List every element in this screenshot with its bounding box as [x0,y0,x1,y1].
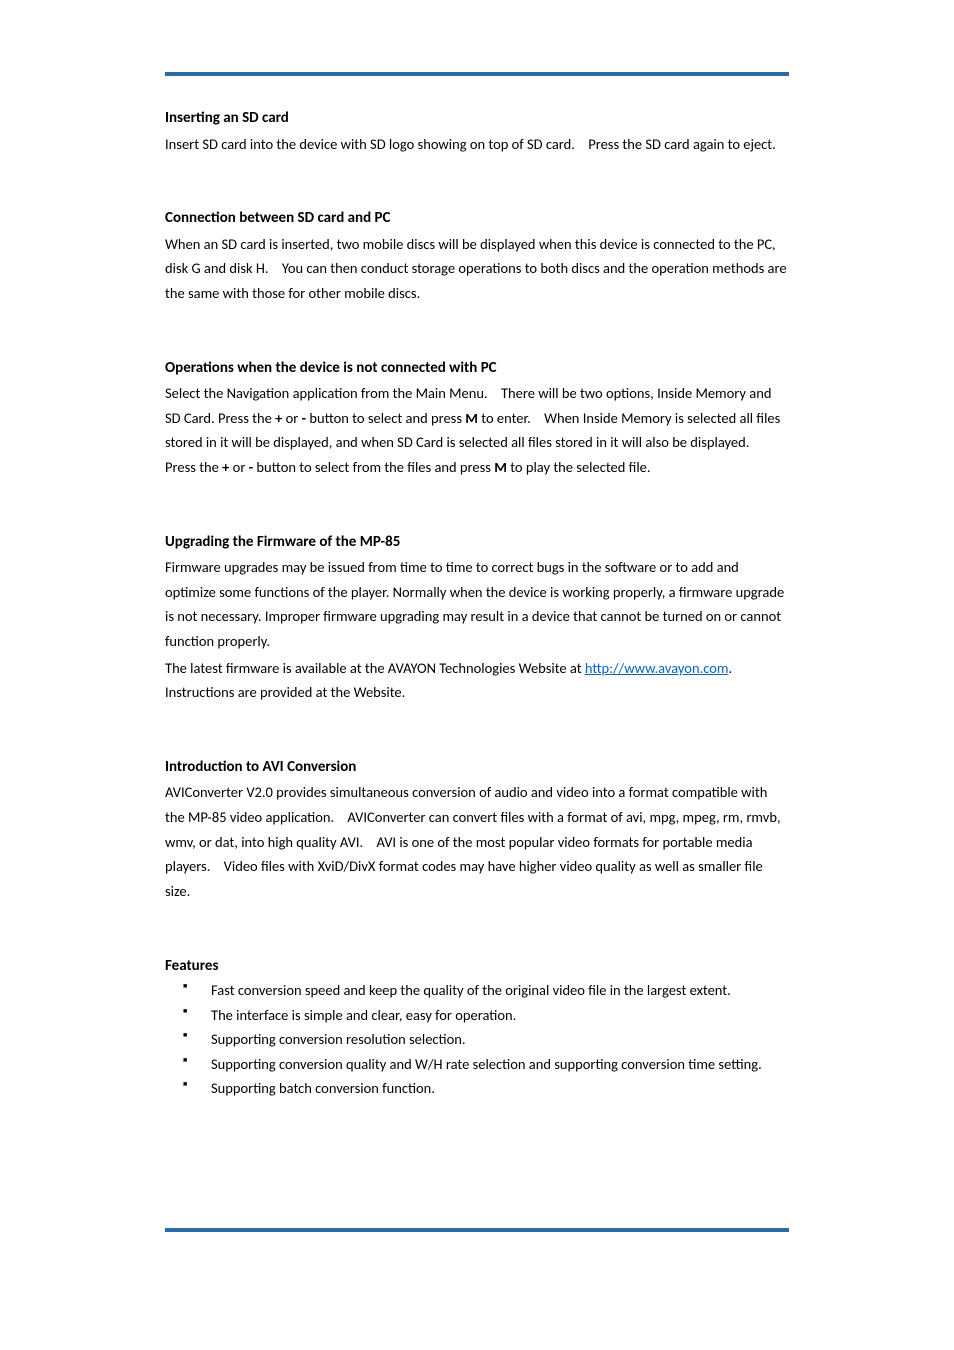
text: The latest firmware is available at the … [165,659,585,677]
body-text: When an SD card is inserted, two mobile … [165,232,789,306]
list-item: Fast conversion speed and keep the quali… [165,979,789,1001]
features-list: Fast conversion speed and keep the quali… [165,979,789,1099]
heading-avi-conversion: Introduction to AVI Conversion [165,755,789,781]
top-divider [165,72,789,76]
heading-operations-no-pc: Operations when the device is not connec… [165,356,789,382]
text: Select the Navigation application from t… [165,384,488,402]
text: button to select and press [306,409,465,427]
heading-features: Features [165,954,789,980]
text: Video files with XviD/DivX format codes … [165,857,763,900]
text: Press the [165,458,222,476]
list-item: Supporting conversion quality and W/H ra… [165,1053,789,1075]
body-text: The latest firmware is available at the … [165,656,789,705]
document-page: Inserting an SD card Insert SD card into… [0,0,954,1100]
text: Press the SD card again to eject. [588,135,776,153]
firmware-link[interactable]: http://www.avayon.com [585,659,729,677]
text: or [229,458,248,476]
heading-inserting-sd: Inserting an SD card [165,106,789,132]
body-text: Firmware upgrades may be issued from tim… [165,555,789,654]
body-text: Select the Navigation application from t… [165,381,789,480]
bottom-divider [165,1228,789,1232]
text: to play the selected file. [507,458,651,476]
text: Insert SD card into the device with SD l… [165,135,575,153]
text: or [282,409,301,427]
list-item: The interface is simple and clear, easy … [165,1004,789,1026]
list-item: Supporting batch conversion function. [165,1077,789,1099]
bold-m: M [494,458,507,476]
list-item: Supporting conversion resolution selecti… [165,1028,789,1050]
text: to enter. [478,409,531,427]
heading-connection-sd-pc: Connection between SD card and PC [165,206,789,232]
text: button to select from the files and pres… [253,458,494,476]
body-text: AVIConverter V2.0 provides simultaneous … [165,780,789,903]
heading-upgrading-firmware: Upgrading the Firmware of the MP-85 [165,530,789,556]
body-text: Insert SD card into the device with SD l… [165,132,789,157]
bold-m: M [465,409,478,427]
